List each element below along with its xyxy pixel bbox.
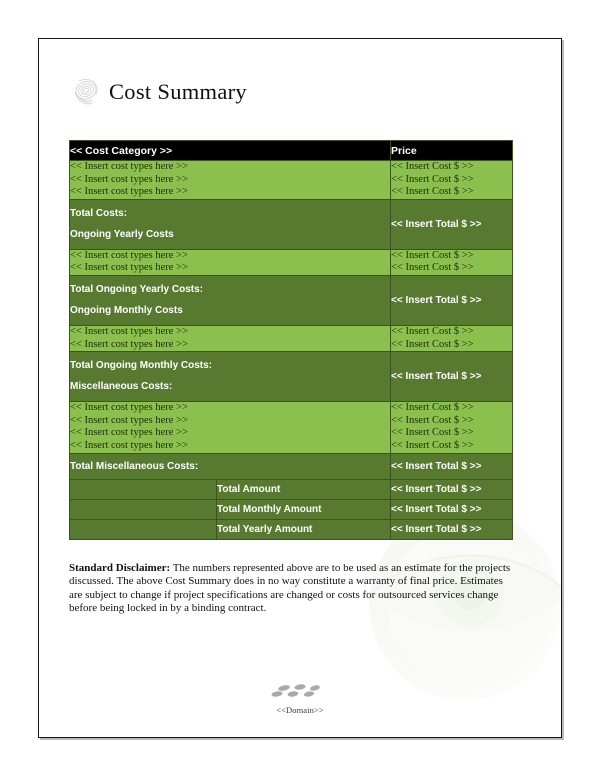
cell-cost-types: << Insert cost types here >> << Insert c… xyxy=(69,248,391,276)
total-label: Total Ongoing Monthly Costs: xyxy=(70,360,213,372)
placeholder-cost-value[interactable]: << Insert Cost $ >> xyxy=(391,415,474,426)
summary-label: Total Yearly Amount xyxy=(216,518,391,540)
cell-total-label: Total Miscellaneous Costs: xyxy=(69,452,391,480)
placeholder-cost-type[interactable]: << Insert cost types here >> xyxy=(70,174,188,185)
placeholder-cost-type[interactable]: << Insert cost types here >> xyxy=(70,440,188,451)
placeholder-cost-value[interactable]: << Insert Cost $ >> xyxy=(391,339,474,350)
placeholder-cost-type[interactable]: << Insert cost types here >> xyxy=(70,427,188,438)
scribble-swirl-ornament-icon xyxy=(74,79,98,105)
placeholder-cost-type[interactable]: << Insert cost types here >> xyxy=(70,186,188,197)
cell-cost-types: << Insert cost types here >> << Insert c… xyxy=(69,401,391,454)
header-cell-category: << Cost Category >> xyxy=(69,140,391,161)
placeholder-cost-value[interactable]: << Insert Cost $ >> xyxy=(391,427,474,438)
cell-blank xyxy=(69,518,217,540)
page-title-block: Cost Summary xyxy=(69,71,247,113)
cell-blank xyxy=(69,498,217,520)
disclaimer-lead: Standard Disclaimer: xyxy=(69,562,171,574)
header-cell-price: Price xyxy=(390,140,513,161)
section-heading: Miscellaneous Costs: xyxy=(70,381,173,393)
placeholder-cost-value[interactable]: << Insert Cost $ >> xyxy=(391,326,474,337)
cell-blank xyxy=(69,478,217,500)
footer-domain-label: <<Domain>> xyxy=(276,705,324,715)
summary-label: Total Amount xyxy=(216,478,391,500)
table-row-summary: Total Yearly Amount << Insert Total $ >> xyxy=(69,518,513,540)
summary-value[interactable]: << Insert Total $ >> xyxy=(390,478,513,500)
table-row-total: Total Costs: Ongoing Yearly Costs << Ins… xyxy=(69,198,513,250)
table-row-total: Total Ongoing Yearly Costs: Ongoing Mont… xyxy=(69,274,513,326)
cell-cost-types: << Insert cost types here >> << Insert c… xyxy=(69,324,391,353)
page-footer: <<Domain>> xyxy=(39,682,561,715)
placeholder-cost-type[interactable]: << Insert cost types here >> xyxy=(70,339,188,350)
placeholder-cost-value[interactable]: << Insert Cost $ >> xyxy=(391,186,474,197)
summary-value[interactable]: << Insert Total $ >> xyxy=(390,498,513,520)
cell-total-value[interactable]: << Insert Total $ >> xyxy=(390,198,513,250)
table-row-summary: Total Monthly Amount << Insert Total $ >… xyxy=(69,498,513,520)
standard-disclaimer: Standard Disclaimer: The numbers represe… xyxy=(69,562,517,616)
document-page: Cost Summary << Cost Category >> Price <… xyxy=(38,38,562,738)
table-row: << Insert cost types here >> << Insert c… xyxy=(69,324,513,353)
total-label: Total Costs: xyxy=(70,207,128,219)
placeholder-cost-type[interactable]: << Insert cost types here >> xyxy=(70,161,188,172)
summary-value[interactable]: << Insert Total $ >> xyxy=(390,518,513,540)
table-row: << Insert cost types here >> << Insert c… xyxy=(69,248,513,276)
placeholder-cost-value[interactable]: << Insert Cost $ >> xyxy=(391,161,474,172)
cell-total-value[interactable]: << Insert Total $ >> xyxy=(390,274,513,326)
pebble-cluster-ornament-icon xyxy=(271,684,320,697)
table-row-total: Total Miscellaneous Costs: << Insert Tot… xyxy=(69,452,513,480)
section-heading: Ongoing Monthly Costs xyxy=(70,304,183,316)
total-label: Total Ongoing Yearly Costs: xyxy=(70,283,203,295)
summary-label: Total Monthly Amount xyxy=(216,498,391,520)
cell-cost-values: << Insert Cost $ >> << Insert Cost $ >> xyxy=(390,248,513,276)
cell-total-value[interactable]: << Insert Total $ >> xyxy=(390,351,513,403)
table-row: << Insert cost types here >> << Insert c… xyxy=(69,401,513,454)
cost-summary-table: << Cost Category >> Price << Insert cost… xyxy=(69,140,513,540)
cell-total-and-heading: Total Ongoing Monthly Costs: Miscellaneo… xyxy=(69,351,391,403)
cell-cost-values: << Insert Cost $ >> << Insert Cost $ >> xyxy=(390,324,513,353)
placeholder-cost-value[interactable]: << Insert Cost $ >> xyxy=(391,250,474,261)
placeholder-cost-type[interactable]: << Insert cost types here >> xyxy=(70,415,188,426)
table-row-summary: Total Amount << Insert Total $ >> xyxy=(69,478,513,500)
table-row: << Insert cost types here >> << Insert c… xyxy=(69,160,513,200)
placeholder-cost-type[interactable]: << Insert cost types here >> xyxy=(70,326,188,337)
placeholder-cost-value[interactable]: << Insert Cost $ >> xyxy=(391,440,474,451)
placeholder-cost-value[interactable]: << Insert Cost $ >> xyxy=(391,402,474,413)
placeholder-cost-type[interactable]: << Insert cost types here >> xyxy=(70,262,188,273)
cell-total-and-heading: Total Ongoing Yearly Costs: Ongoing Mont… xyxy=(69,274,391,326)
placeholder-cost-value[interactable]: << Insert Cost $ >> xyxy=(391,174,474,185)
table-header-row: << Cost Category >> Price xyxy=(69,140,513,161)
placeholder-cost-value[interactable]: << Insert Cost $ >> xyxy=(391,262,474,273)
section-heading: Ongoing Yearly Costs xyxy=(70,228,174,240)
cell-cost-types: << Insert cost types here >> << Insert c… xyxy=(69,160,391,200)
cell-total-and-heading: Total Costs: Ongoing Yearly Costs xyxy=(69,198,391,250)
cell-cost-values: << Insert Cost $ >> << Insert Cost $ >> … xyxy=(390,401,513,454)
page-title: Cost Summary xyxy=(109,79,247,104)
placeholder-cost-type[interactable]: << Insert cost types here >> xyxy=(70,250,188,261)
placeholder-cost-type[interactable]: << Insert cost types here >> xyxy=(70,402,188,413)
cell-total-value[interactable]: << Insert Total $ >> xyxy=(390,452,513,480)
table-row-total: Total Ongoing Monthly Costs: Miscellaneo… xyxy=(69,351,513,403)
total-label: Total Miscellaneous Costs: xyxy=(70,460,199,472)
cell-cost-values: << Insert Cost $ >> << Insert Cost $ >> … xyxy=(390,160,513,200)
